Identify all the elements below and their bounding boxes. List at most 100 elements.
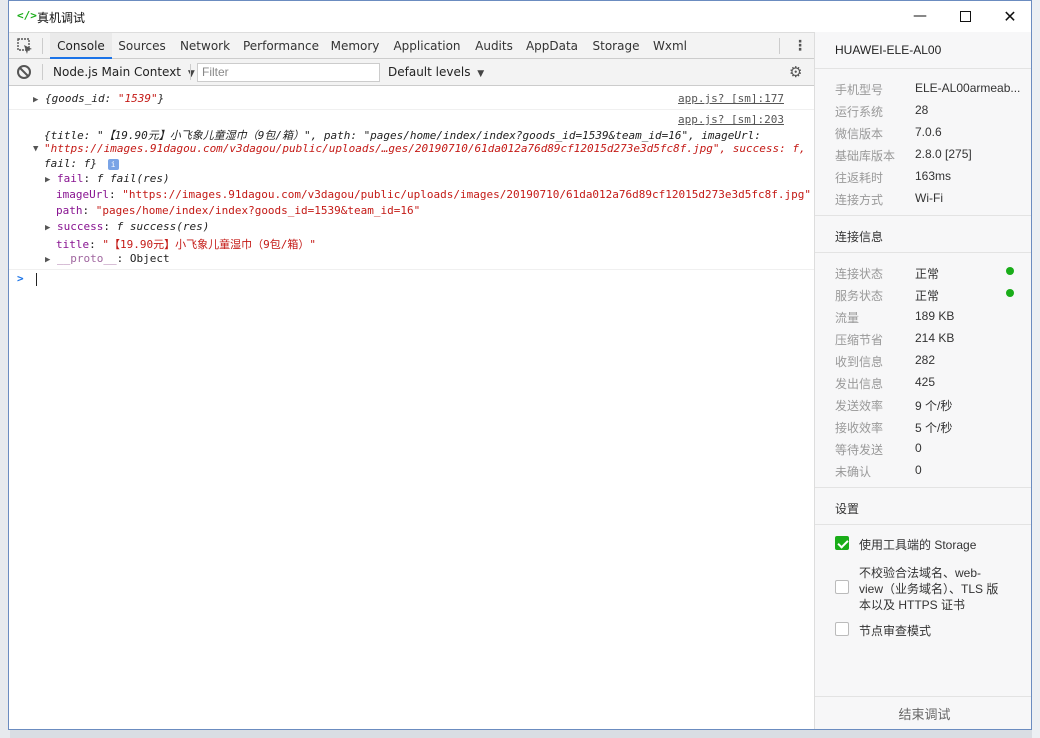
conn-value: 正常: [915, 289, 940, 303]
info-label: 连接方式: [835, 193, 884, 207]
conn-label: 发出信息: [835, 377, 884, 391]
window-title: 真机调试: [37, 11, 86, 25]
expand-arrow-icon[interactable]: ▶: [33, 95, 38, 105]
tab-application[interactable]: Application: [390, 33, 464, 59]
inspect-element-icon[interactable]: [16, 37, 34, 55]
console-toolbar: Node.js Main Context ▼ Filter Default le…: [9, 59, 814, 86]
info-label: 基础库版本: [835, 149, 896, 163]
tab-separator: [42, 38, 43, 54]
tab-network[interactable]: Network: [175, 33, 235, 59]
info-badge[interactable]: i: [107, 159, 119, 170]
close-button[interactable]: ✕: [987, 1, 1031, 31]
prompt-chevron-icon: >: [17, 272, 24, 285]
tab-sources[interactable]: Sources: [114, 33, 170, 59]
conn-label: 压缩节省: [835, 333, 884, 347]
dropdown-arrow-icon: ▼: [477, 69, 485, 79]
conn-value: 0: [915, 441, 922, 455]
info-value: 28: [915, 103, 929, 117]
domain-check-label-line: 不校验合法域名、web-: [859, 566, 982, 580]
devtools-panel: Console Sources Network Performance Memo…: [9, 32, 814, 729]
conn-value: 282: [915, 353, 936, 367]
collapse-arrow-icon[interactable]: ▼: [33, 144, 38, 154]
dropdown-arrow-icon: ▼: [187, 69, 195, 79]
console-output: ▶ {goods_id: "1539"} app.js? [sm]:177 ap…: [9, 87, 814, 729]
text-cursor: [36, 272, 38, 286]
info-label: 微信版本: [835, 127, 884, 141]
log-summary-line: {title: "【19.90元】小飞象儿童湿巾（9包/箱）", path: "…: [44, 129, 761, 142]
tab-console[interactable]: Console: [50, 33, 112, 59]
clear-console-icon[interactable]: [17, 65, 31, 79]
conn-label: 未确认: [835, 465, 872, 479]
domain-check-checkbox[interactable]: [835, 580, 849, 594]
log-levels-selector[interactable]: Default levels ▼: [388, 65, 484, 79]
conn-label: 服务状态: [835, 289, 884, 303]
conn-value: 正常: [915, 267, 940, 281]
info-value: 2.8.0 [275]: [915, 147, 972, 161]
info-value: ELE-AL00armeab...: [915, 81, 1021, 95]
tab-storage[interactable]: Storage: [588, 33, 644, 59]
log-divider: [9, 269, 814, 270]
end-debug-button[interactable]: 结束调试: [815, 696, 1031, 729]
info-label: 往返耗时: [835, 171, 884, 185]
conn-value: 5 个/秒: [915, 421, 953, 435]
device-name: HUAWEI-ELE-AL00: [835, 43, 942, 57]
log-summary-line: "https://images.91dagou.com/v3dagou/publ…: [44, 142, 806, 155]
prop-success[interactable]: ▶ success: f success(res): [45, 220, 850, 233]
toolbar-separator: [190, 64, 191, 80]
prop-proto[interactable]: ▶ __proto__: Object: [45, 252, 850, 265]
debug-window: </> 真机调试 — ✕ Console Sources Network Per…: [8, 0, 1032, 730]
section-divider: [815, 215, 1031, 216]
context-label: Node.js Main Context: [53, 65, 182, 79]
node-audit-checkbox[interactable]: [835, 622, 849, 636]
prop-imageurl: imageUrl: "https://images.91dagou.com/v3…: [56, 188, 811, 201]
tab-performance[interactable]: Performance: [242, 33, 320, 59]
conn-value: 425: [915, 375, 936, 389]
expand-arrow-icon[interactable]: ▶: [45, 255, 50, 265]
prop-path: path: "pages/home/index/index?goods_id=1…: [56, 204, 421, 217]
expand-arrow-icon[interactable]: ▶: [45, 223, 50, 233]
section-divider: [815, 252, 1031, 253]
conn-value: 9 个/秒: [915, 399, 953, 413]
tab-separator: [779, 38, 780, 54]
node-audit-label: 节点审查模式: [859, 624, 932, 638]
tab-wxml[interactable]: Wxml: [650, 33, 690, 59]
filter-input[interactable]: Filter: [197, 63, 380, 82]
conn-value: 0: [915, 463, 922, 477]
tab-appdata[interactable]: AppData: [523, 33, 581, 59]
device-info-panel: HUAWEI-ELE-AL00 手机型号 ELE-AL00armeab... 运…: [814, 32, 1031, 729]
tab-audits[interactable]: Audits: [471, 33, 517, 59]
console-prompt[interactable]: >: [17, 272, 822, 286]
maximize-button[interactable]: [942, 1, 988, 31]
title-bar: </> 真机调试 — ✕: [9, 1, 1031, 32]
domain-check-label-line: view（业务域名）、TLS 版: [859, 582, 999, 596]
log-source-link[interactable]: app.js? [sm]:203: [678, 113, 784, 126]
expand-arrow-icon[interactable]: ▶: [45, 175, 50, 185]
toolbar-separator: [42, 64, 43, 80]
section-title-settings: 设置: [835, 502, 860, 516]
conn-label: 流量: [835, 311, 860, 325]
prop-fail[interactable]: ▶ fail: f fail(res): [45, 172, 850, 185]
more-options-icon[interactable]: ⋮: [793, 38, 807, 54]
close-icon: ✕: [1003, 6, 1017, 26]
conn-label: 发送效率: [835, 399, 884, 413]
minimize-button[interactable]: —: [897, 1, 943, 31]
info-value: 7.0.6: [915, 125, 942, 139]
gear-icon[interactable]: ⚙: [789, 63, 802, 81]
info-label: 运行系统: [835, 105, 884, 119]
tab-memory[interactable]: Memory: [327, 33, 383, 59]
prop-title: title: "【19.90元】小飞象儿童湿巾（9包/箱）": [56, 238, 316, 251]
conn-label: 收到信息: [835, 355, 884, 369]
log-summary-line: fail: f} i: [44, 157, 849, 170]
conn-label: 等待发送: [835, 443, 884, 457]
section-divider: [815, 524, 1031, 525]
section-divider: [815, 68, 1031, 69]
log-source-link[interactable]: app.js? [sm]:177: [678, 92, 784, 105]
conn-value: 189 KB: [915, 309, 955, 323]
devtools-tab-bar: Console Sources Network Performance Memo…: [9, 32, 814, 59]
background-right: [1032, 0, 1040, 738]
storage-checkbox-label: 使用工具端的 Storage: [859, 538, 977, 552]
context-selector[interactable]: Node.js Main Context ▼: [53, 65, 195, 79]
storage-checkbox[interactable]: [835, 536, 849, 550]
conn-label: 接收效率: [835, 421, 884, 435]
log-divider: [9, 109, 814, 110]
